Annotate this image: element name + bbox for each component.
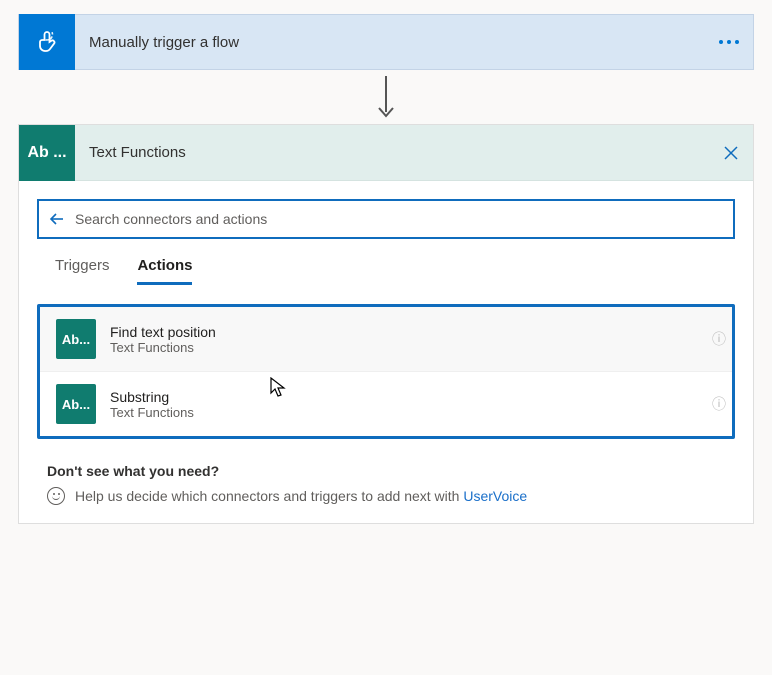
action-row-find-text-position[interactable]: Ab... Find text position Text Functions … <box>40 307 732 371</box>
icon-label: Ab... <box>62 332 90 347</box>
back-arrow-icon[interactable] <box>49 211 65 227</box>
smile-icon <box>47 487 65 505</box>
search-bar[interactable] <box>37 199 735 239</box>
info-icon[interactable]: ⓘ <box>712 329 726 349</box>
action-subtitle: Text Functions <box>110 405 194 420</box>
action-header[interactable]: Ab ... Text Functions <box>19 125 753 181</box>
trigger-card[interactable]: Manually trigger a flow <box>18 14 754 70</box>
close-button[interactable] <box>723 145 739 161</box>
tab-actions[interactable]: Actions <box>137 257 192 285</box>
text-functions-icon: Ab... <box>56 384 96 424</box>
icon-label: Ab... <box>62 397 90 412</box>
action-card: Ab ... Text Functions Trigger <box>18 124 754 524</box>
action-row-substring[interactable]: Ab... Substring Text Functions ⓘ <box>40 371 732 436</box>
info-icon[interactable]: ⓘ <box>712 394 726 414</box>
help-text: Help us decide which connectors and trig… <box>75 488 463 504</box>
uservoice-link[interactable]: UserVoice <box>463 488 527 504</box>
help-title: Don't see what you need? <box>47 463 735 479</box>
trigger-title: Manually trigger a flow <box>89 34 239 51</box>
text-functions-icon: Ab ... <box>19 125 75 181</box>
text-functions-icon: Ab... <box>56 319 96 359</box>
action-title: Find text position <box>110 324 216 340</box>
action-subtitle: Text Functions <box>110 340 216 355</box>
more-menu-button[interactable] <box>719 40 739 44</box>
flow-arrow-icon <box>18 76 754 122</box>
tab-triggers[interactable]: Triggers <box>55 257 109 285</box>
search-input[interactable] <box>75 211 723 227</box>
action-title: Substring <box>110 389 194 405</box>
actions-list: Ab... Find text position Text Functions … <box>37 304 735 439</box>
icon-label: Ab ... <box>27 144 66 162</box>
action-card-title: Text Functions <box>89 144 186 161</box>
tab-bar: Triggers Actions <box>37 257 735 286</box>
manual-trigger-icon <box>19 14 75 70</box>
help-section: Don't see what you need? Help us decide … <box>37 463 735 505</box>
